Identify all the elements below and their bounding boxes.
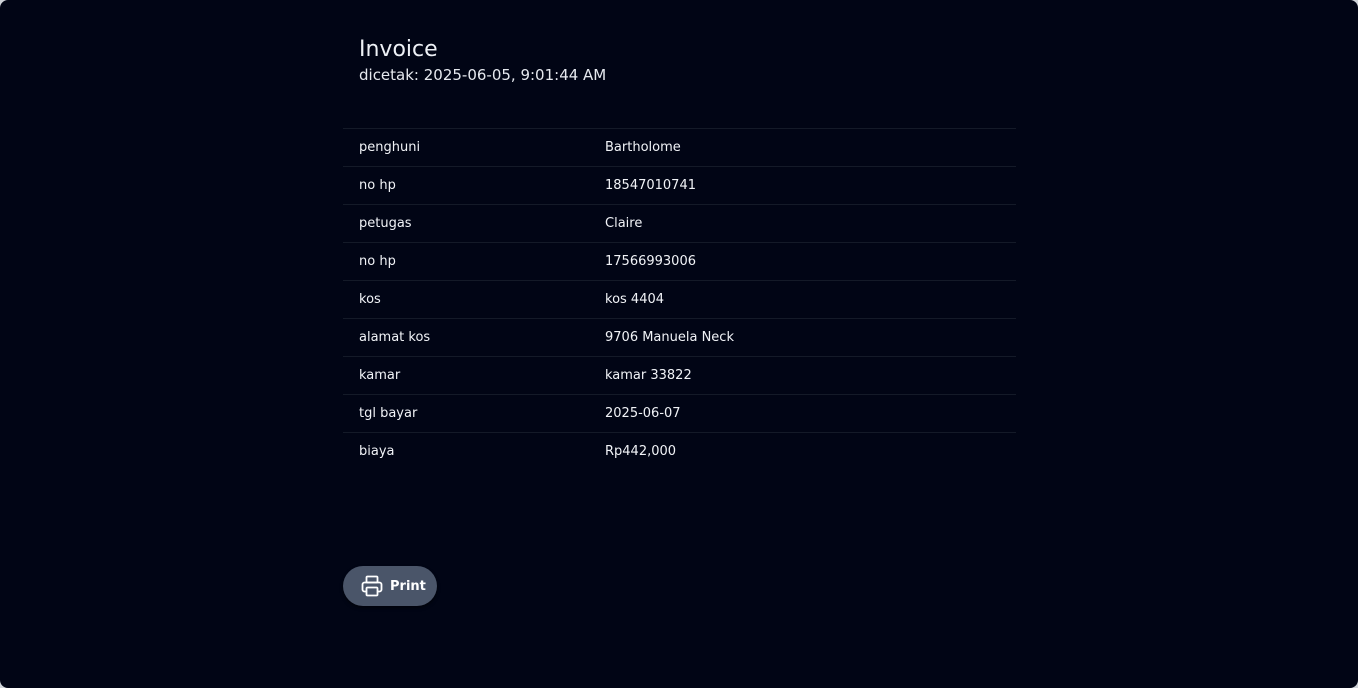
row-value: Bartholome [605, 140, 681, 155]
invoice-details-table: penghuni Bartholome no hp 18547010741 pe… [343, 128, 1016, 470]
table-row-biaya: biaya Rp442,000 [343, 433, 1016, 470]
table-row-alamat-kos: alamat kos 9706 Manuela Neck [343, 319, 1016, 357]
row-value: Claire [605, 216, 643, 231]
row-label: no hp [359, 178, 396, 193]
printed-timestamp: dicetak: 2025-06-05, 9:01:44 AM [359, 66, 607, 84]
printer-icon [360, 574, 384, 598]
table-row-kos: kos kos 4404 [343, 281, 1016, 319]
table-row-petugas: petugas Claire [343, 205, 1016, 243]
row-label: kos [359, 292, 381, 307]
row-label: biaya [359, 444, 395, 459]
row-label: kamar [359, 368, 401, 383]
row-label: penghuni [359, 140, 421, 155]
invoice-window: Invoice dicetak: 2025-06-05, 9:01:44 AM … [0, 0, 1358, 688]
table-row-no-hp-petugas: no hp 17566993006 [343, 243, 1016, 281]
row-value: 18547010741 [605, 178, 696, 193]
row-value: 9706 Manuela Neck [605, 330, 734, 345]
page-title: Invoice [359, 37, 438, 62]
table-row-penghuni: penghuni Bartholome [343, 129, 1016, 167]
row-value: kamar 33822 [605, 368, 692, 383]
row-value: kos 4404 [605, 292, 665, 307]
row-label: alamat kos [359, 330, 431, 345]
row-value: 2025-06-07 [605, 406, 681, 421]
print-button-label: Print [390, 578, 426, 594]
row-label: no hp [359, 254, 396, 269]
invoice-header: Invoice dicetak: 2025-06-05, 9:01:44 AM [359, 36, 606, 86]
print-button[interactable]: Print [343, 566, 437, 606]
row-value: 17566993006 [605, 254, 696, 269]
table-row-no-hp-penghuni: no hp 18547010741 [343, 167, 1016, 205]
table-row-kamar: kamar kamar 33822 [343, 357, 1016, 395]
row-value: Rp442,000 [605, 444, 677, 459]
table-row-tgl-bayar: tgl bayar 2025-06-07 [343, 395, 1016, 433]
row-label: tgl bayar [359, 406, 418, 421]
row-label: petugas [359, 216, 412, 231]
